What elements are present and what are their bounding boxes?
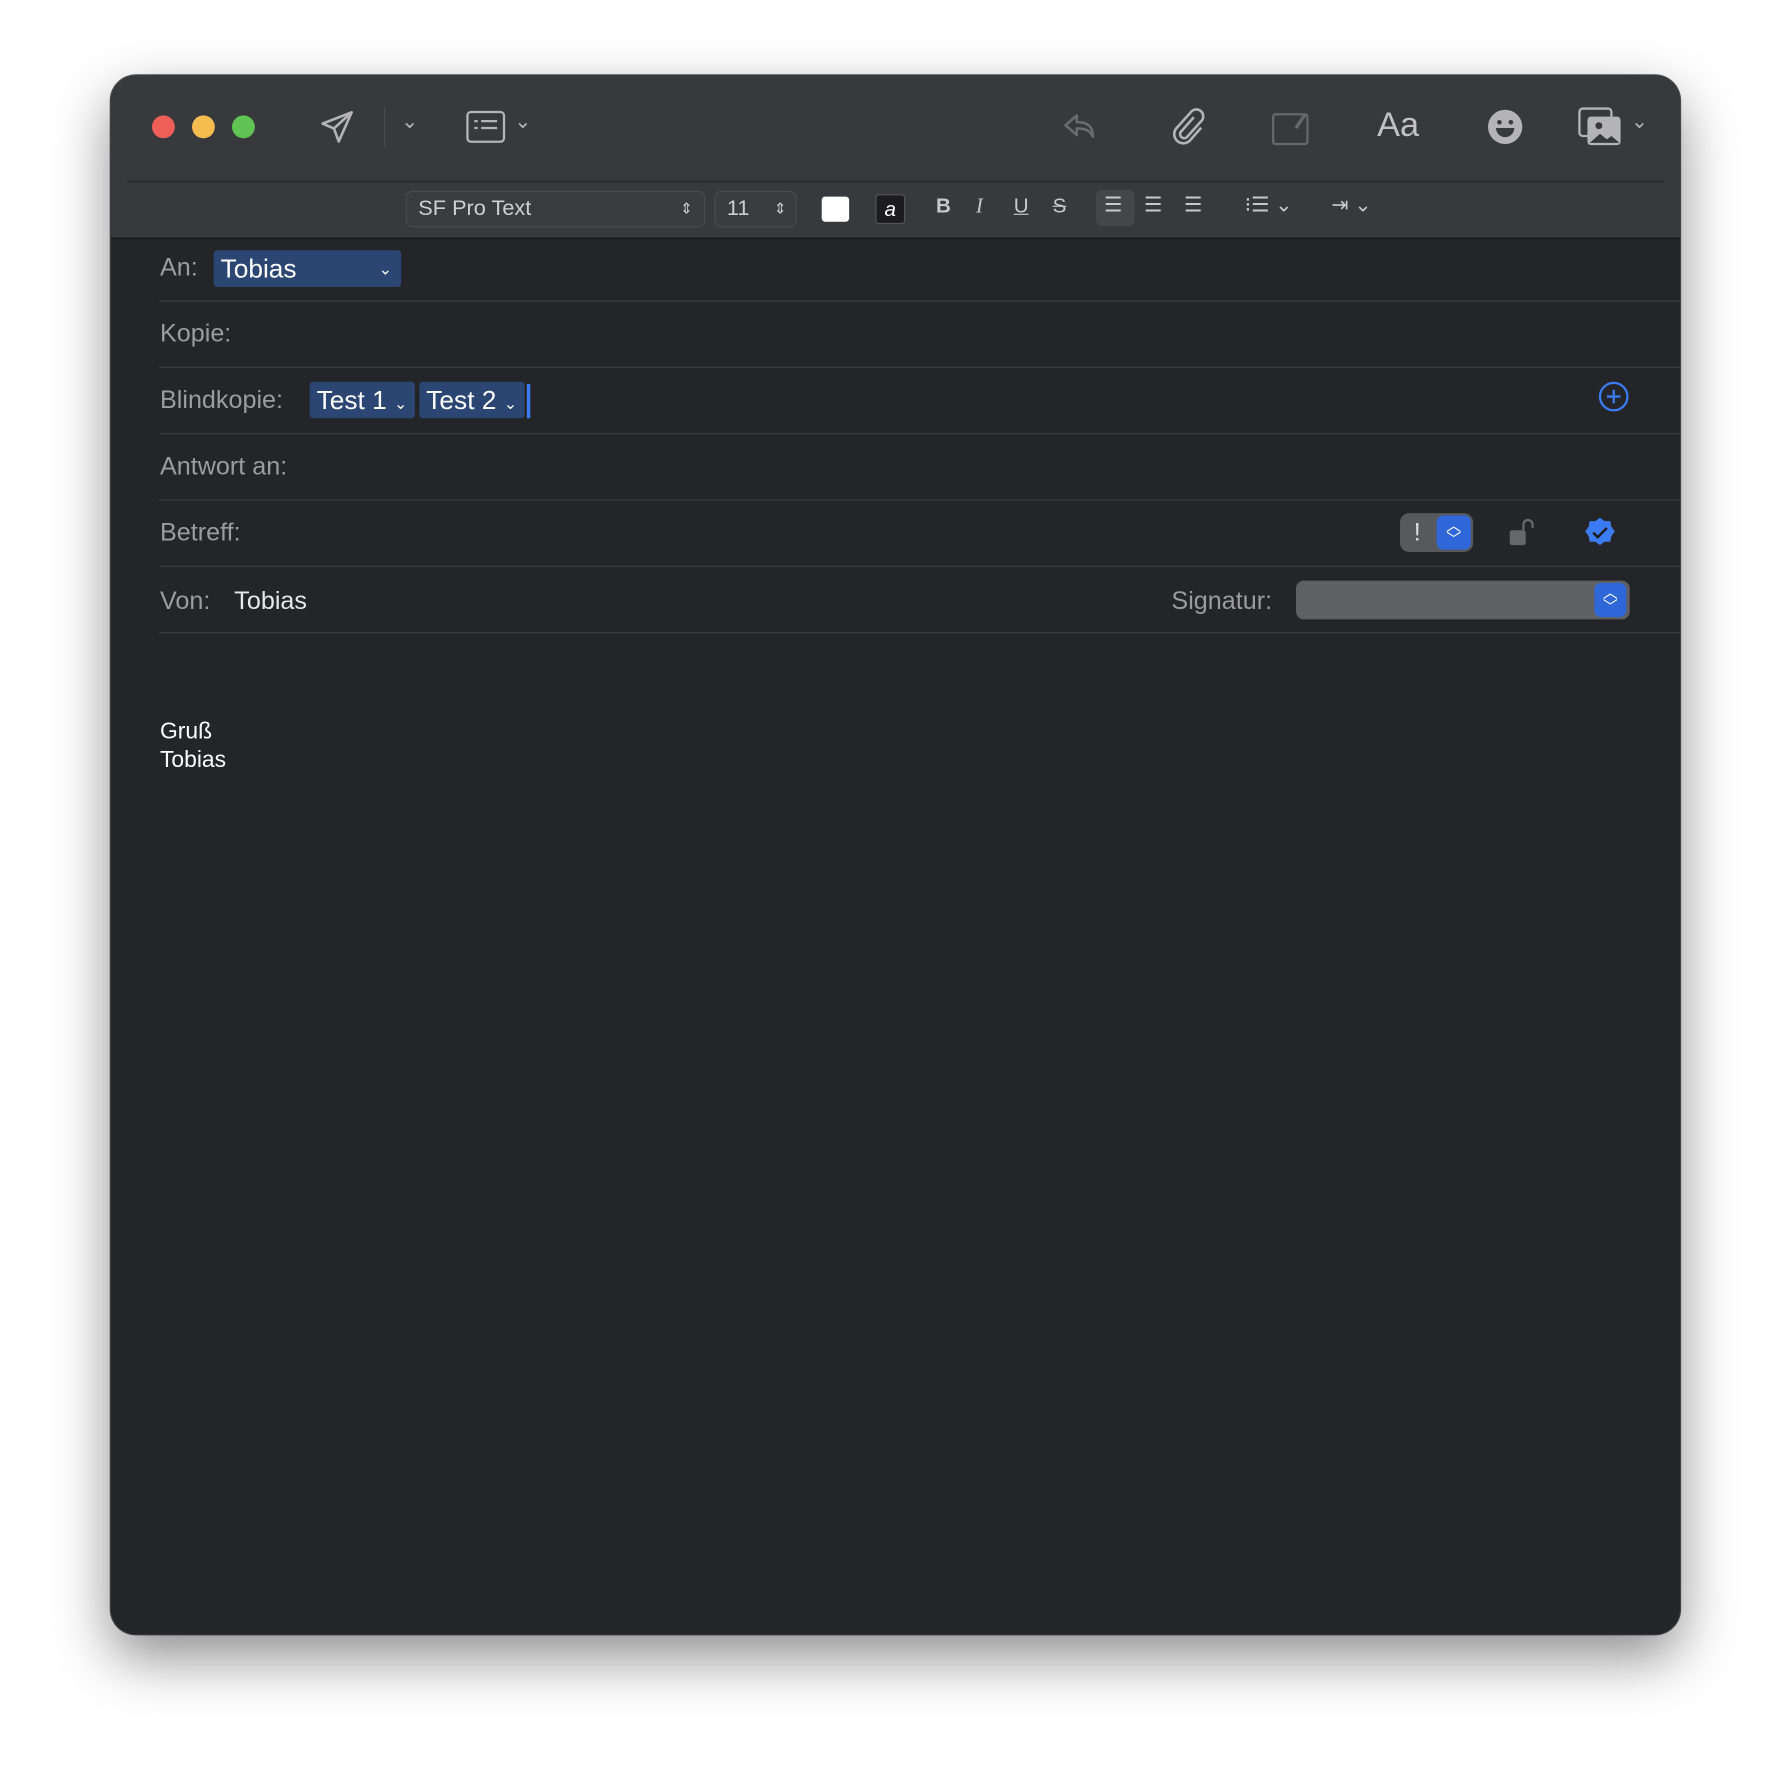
stepper-icon: ︿ ﹀ — [1594, 582, 1627, 618]
cc-label: Kopie: — [159, 318, 232, 348]
background-color-swatch[interactable]: a — [875, 194, 906, 224]
minimize-button[interactable] — [191, 115, 215, 139]
header-fields-chevron-icon[interactable]: ⌄ — [514, 110, 531, 134]
body-line: Gruß — [159, 718, 213, 744]
close-button[interactable] — [151, 115, 175, 139]
font-family-select[interactable]: SF Pro Text ⇕ — [405, 190, 706, 228]
reply-to-label: Antwort an: — [159, 451, 288, 480]
font-name: SF Pro Text — [418, 196, 532, 221]
recipient-name: Test 1 — [316, 385, 387, 415]
divider — [158, 366, 1680, 368]
emoji-icon[interactable] — [1486, 107, 1525, 146]
toolbar: ⌄ ⌄ Aa ⌄ SF Pro Text ⇕ 11 ⇕ a B I U S ☰ ☰ … — [110, 75, 1680, 239]
header-fields-icon[interactable] — [465, 110, 506, 144]
toolbar-divider — [126, 180, 1664, 183]
divider — [158, 631, 1680, 634]
photo-browser-icon[interactable] — [1577, 106, 1623, 147]
stepper-icon: ⇕ — [680, 199, 693, 218]
italic-button[interactable]: I — [976, 194, 983, 218]
to-label: An: — [159, 252, 198, 282]
priority-select[interactable]: ! ︿ ﹀ — [1399, 513, 1474, 552]
text-cursor — [526, 383, 531, 419]
format-icon[interactable]: Aa — [1377, 106, 1419, 145]
zoom-button[interactable] — [231, 115, 255, 139]
unlocked-icon[interactable] — [1507, 517, 1539, 549]
bcc-label: Blindkopie: — [159, 385, 284, 414]
photo-browser-chevron-icon[interactable]: ⌄ — [1631, 110, 1648, 134]
stepper-icon: ︿ ﹀ — [1436, 515, 1471, 550]
subject-label: Betreff: — [159, 517, 241, 547]
align-left-icon: ☰ — [1103, 193, 1123, 216]
divider — [158, 499, 1680, 501]
separator — [383, 107, 386, 147]
align-center-button[interactable]: ☰ — [1144, 193, 1162, 217]
font-size-value: 11 — [726, 196, 750, 221]
priority-value: ! — [1413, 517, 1421, 547]
align-left-button[interactable]: ☰ — [1095, 189, 1135, 227]
signature-label: Signatur: — [1171, 586, 1273, 615]
divider — [158, 433, 1680, 435]
chevron-down-icon: ⌄ — [503, 394, 518, 413]
font-size-select[interactable]: 11 ⇕ — [714, 190, 797, 228]
reply-icon[interactable] — [1059, 107, 1100, 146]
recipient-name: Test 2 — [426, 385, 497, 415]
underline-button[interactable]: U — [1014, 194, 1029, 218]
bold-button[interactable]: B — [936, 194, 951, 218]
bcc-recipient-token[interactable]: Test 2 ⌄ — [419, 381, 524, 419]
add-contact-icon[interactable] — [1597, 379, 1631, 413]
attachment-icon[interactable] — [1168, 105, 1207, 148]
list-button[interactable]: ⁝☰ ⌄ — [1245, 193, 1293, 217]
bcc-recipient-token[interactable]: Test 1 ⌄ — [309, 381, 415, 419]
divider — [158, 565, 1680, 567]
indent-button[interactable]: ⇥ ⌄ — [1331, 193, 1371, 217]
markup-attachment-icon[interactable] — [1271, 107, 1312, 146]
align-right-button[interactable]: ☰ — [1184, 193, 1202, 217]
from-select[interactable]: Tobias — [234, 586, 307, 616]
send-icon[interactable] — [318, 107, 357, 146]
message-body[interactable]: Gruß Tobias — [160, 718, 226, 775]
text-color-swatch[interactable] — [821, 196, 850, 222]
send-options-chevron-icon[interactable]: ⌄ — [401, 110, 418, 134]
body-line: Tobias — [159, 747, 227, 773]
signature-select[interactable]: ︿ ﹀ — [1295, 580, 1630, 620]
mail-compose-window: ⌄ ⌄ Aa ⌄ SF Pro Text ⇕ 11 ⇕ a B I U S ☰ ☰ … — [110, 75, 1680, 1635]
signed-badge-icon[interactable] — [1583, 515, 1617, 549]
recipient-name: Tobias — [220, 253, 297, 284]
strikethrough-button[interactable]: S — [1053, 194, 1067, 218]
divider — [158, 300, 1680, 302]
chevron-down-icon: ⌄ — [394, 394, 408, 413]
stepper-icon: ⇕ — [773, 199, 787, 218]
chevron-down-icon: ⌄ — [378, 259, 392, 278]
to-recipient-token[interactable]: Tobias ⌄ — [213, 250, 402, 287]
from-label: Von: — [159, 586, 211, 615]
